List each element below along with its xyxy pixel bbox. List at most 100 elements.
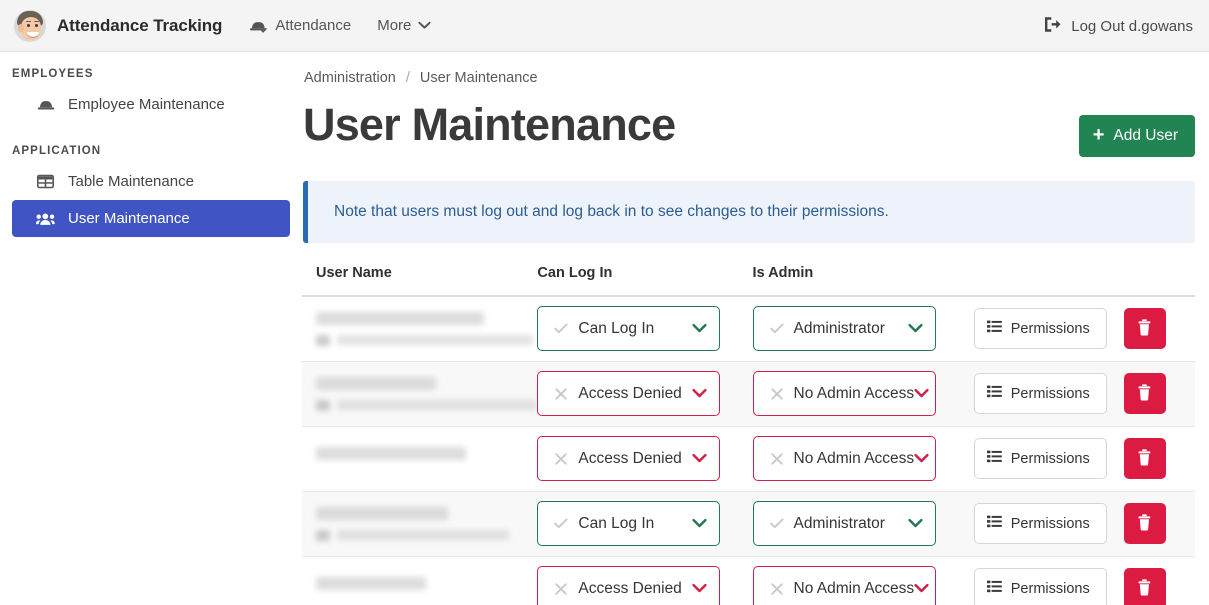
can-log-in-select[interactable]: Can Log In (537, 306, 721, 352)
permissions-button-label: Permissions (1010, 515, 1090, 532)
is-admin-value: Administrator (793, 514, 885, 532)
can-log-in-select[interactable]: Access Denied (537, 436, 721, 481)
can-log-in-select[interactable]: Access Denied (537, 371, 721, 416)
chevron-down-icon (692, 323, 708, 334)
envelope-icon (316, 399, 330, 411)
check-icon (551, 323, 571, 334)
logout-icon (1043, 16, 1062, 37)
can-log-in-select[interactable]: Access Denied (537, 566, 721, 605)
sidebar-item-user-maintenance[interactable]: User Maintenance (12, 200, 290, 237)
x-icon (551, 387, 571, 400)
breadcrumb-separator: / (405, 70, 410, 86)
user-name-redacted (316, 311, 484, 325)
cell-user-name (302, 361, 538, 427)
permissions-button[interactable]: Permissions (973, 503, 1107, 544)
permissions-button-label: Permissions (1010, 580, 1090, 597)
table-row[interactable]: Can Log In Administrator Permissions (302, 491, 1195, 557)
check-icon (767, 518, 787, 529)
x-icon (767, 387, 787, 400)
can-log-in-value: Can Log In (578, 514, 655, 532)
delete-user-button[interactable] (1123, 438, 1166, 479)
envelope-icon (316, 529, 330, 541)
cell-permissions: Permissions (973, 556, 1124, 605)
is-admin-select[interactable]: Administrator (752, 501, 936, 546)
cell-delete (1123, 556, 1195, 605)
primary-nav: Attendance More (249, 17, 432, 34)
can-log-in-value: Access Denied (578, 384, 682, 402)
hardhat-icon (36, 98, 55, 111)
is-admin-value: No Admin Access (793, 384, 915, 402)
delete-user-button[interactable] (1123, 503, 1166, 544)
add-user-button[interactable]: + Add User (1078, 115, 1195, 157)
x-icon (767, 582, 787, 595)
cell-can-log-in: Access Denied (537, 556, 753, 605)
permissions-button[interactable]: Permissions (973, 568, 1107, 605)
permissions-note-alert: Note that users must log out and log bac… (303, 181, 1195, 243)
users-table-header-row: User Name Can Log In Is Admin (302, 265, 1195, 297)
nav-item-more-label: More (377, 17, 412, 34)
user-name-redacted (316, 506, 448, 520)
nav-item-attendance[interactable]: Attendance (249, 17, 351, 34)
user-email-redacted (316, 529, 537, 541)
column-header-can-log-in: Can Log In (537, 265, 753, 297)
cell-user-name (302, 296, 538, 362)
cell-can-log-in: Access Denied (537, 361, 753, 427)
delete-user-button[interactable] (1123, 373, 1166, 414)
users-table: User Name Can Log In Is Admin Can Log In (302, 265, 1195, 605)
x-icon (551, 452, 571, 465)
delete-user-button[interactable] (1123, 568, 1166, 605)
user-email-redacted (316, 399, 538, 411)
is-admin-select[interactable]: No Admin Access (752, 566, 936, 605)
cell-is-admin: Administrator (752, 296, 974, 362)
envelope-icon (316, 334, 330, 346)
breadcrumb-current: User Maintenance (419, 70, 538, 86)
cell-delete (1123, 491, 1195, 557)
permissions-button[interactable]: Permissions (973, 373, 1107, 414)
table-row[interactable]: Access Denied No Admin Access Permission… (302, 556, 1195, 605)
cell-delete (1123, 361, 1195, 427)
x-icon (767, 452, 787, 465)
page-title: User Maintenance (303, 99, 676, 150)
sidebar-group-application-label: APPLICATION (12, 145, 102, 157)
trash-icon (1137, 448, 1152, 469)
permissions-button[interactable]: Permissions (973, 438, 1107, 479)
sidebar-item-employee-maintenance-label: Employee Maintenance (68, 96, 225, 113)
list-grid-icon (986, 385, 1002, 402)
table-row[interactable]: Access Denied No Admin Access Permission… (302, 426, 1195, 492)
chevron-down-icon (418, 21, 432, 30)
cell-is-admin: No Admin Access (752, 556, 974, 605)
is-admin-select[interactable]: No Admin Access (752, 436, 936, 481)
breadcrumb-administration[interactable]: Administration (304, 70, 396, 86)
top-navbar: Attendance Tracking Attendance More Log … (0, 0, 1209, 52)
cell-can-log-in: Can Log In (537, 296, 753, 362)
table-row[interactable]: Can Log In Administrator Permissions (302, 296, 1195, 362)
is-admin-select[interactable]: No Admin Access (752, 371, 936, 416)
sidebar-item-table-maintenance[interactable]: Table Maintenance (12, 163, 290, 200)
sidebar-item-user-maintenance-label: User Maintenance (68, 210, 190, 227)
users-icon (36, 212, 55, 226)
page-header: User Maintenance + Add User (302, 86, 1195, 157)
cell-user-name (302, 491, 538, 557)
trash-icon (1137, 319, 1152, 339)
chevron-down-icon (907, 518, 923, 529)
trash-icon (1137, 578, 1152, 599)
permissions-button[interactable]: Permissions (973, 308, 1107, 350)
is-admin-value: No Admin Access (793, 449, 915, 467)
breadcrumb: Administration / User Maintenance (302, 52, 1195, 86)
nav-item-more[interactable]: More (377, 17, 432, 34)
plus-icon: + (1092, 124, 1105, 146)
permissions-button-label: Permissions (1010, 320, 1090, 337)
logout-button[interactable]: Log Out d.gowans (1043, 0, 1193, 52)
brand[interactable]: Attendance Tracking (14, 9, 222, 42)
is-admin-select[interactable]: Administrator (752, 306, 936, 352)
delete-user-button[interactable] (1123, 308, 1166, 350)
user-name-redacted (316, 577, 426, 590)
chevron-down-icon (692, 518, 708, 529)
trash-icon (1137, 513, 1152, 534)
sidebar-item-table-maintenance-label: Table Maintenance (68, 173, 194, 190)
can-log-in-select[interactable]: Can Log In (537, 501, 721, 546)
table-row[interactable]: Access Denied No Admin Access Permission… (302, 361, 1195, 427)
add-user-button-label: Add User (1113, 127, 1178, 144)
can-log-in-value: Access Denied (578, 579, 682, 597)
sidebar-item-employee-maintenance[interactable]: Employee Maintenance (12, 86, 290, 123)
